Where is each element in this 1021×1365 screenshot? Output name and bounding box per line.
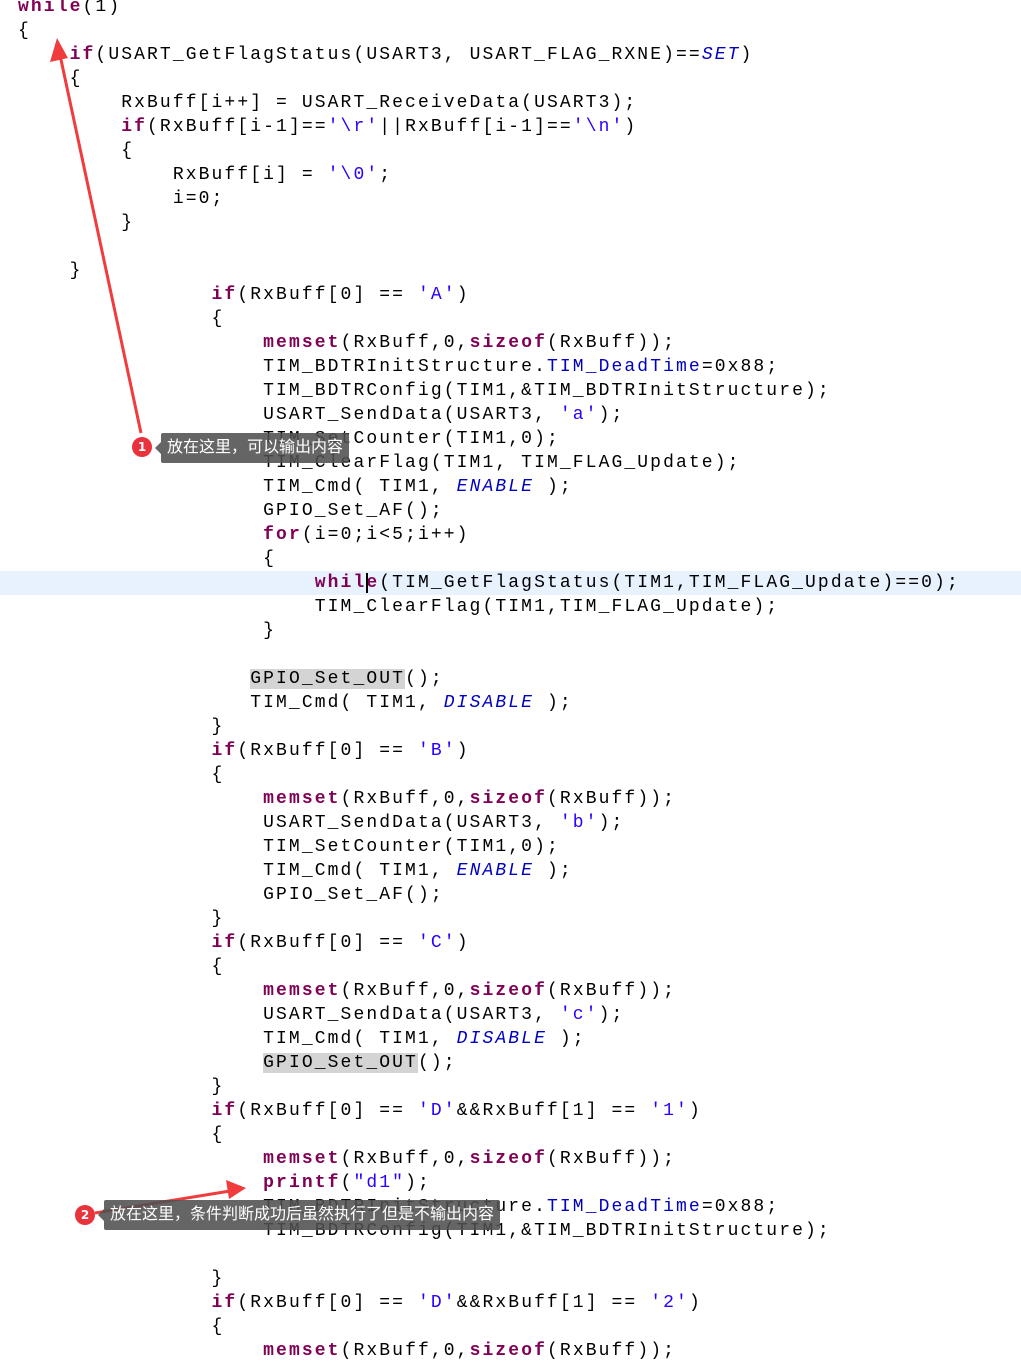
code-line[interactable]: memset(RxBuff,0,sizeof(RxBuff)); [18,979,676,1003]
code-line[interactable]: } [18,1267,224,1291]
code-line[interactable]: TIM_Cmd( TIM1, DISABLE ); [18,691,573,715]
code-line[interactable]: TIM_SetCounter(TIM1,0); [18,835,560,859]
annotation-badge-2: 2 [75,1205,95,1225]
code-line[interactable]: if(RxBuff[0] == 'B') [18,739,470,763]
code-line[interactable]: TIM_Cmd( TIM1, ENABLE ); [18,475,573,499]
code-line[interactable]: TIM_BDTRInitStructure.TIM_DeadTime=0x88; [18,355,779,379]
code-line[interactable]: { [18,139,134,163]
code-line[interactable]: { [18,955,224,979]
code-line[interactable]: if(RxBuff[0] == 'D'&&RxBuff[1] == '2') [18,1291,702,1315]
code-line[interactable]: if(RxBuff[i-1]=='\r'||RxBuff[i-1]=='\n') [18,115,637,139]
code-line[interactable]: { [18,547,276,571]
annotation-badge-1: 1 [132,437,152,457]
code-line[interactable]: { [18,1315,224,1339]
code-line[interactable]: if(RxBuff[0] == 'C') [18,931,470,955]
code-line[interactable]: memset(RxBuff,0,sizeof(RxBuff)); [18,1147,676,1171]
code-line[interactable]: USART_SendData(USART3, 'a'); [18,403,624,427]
code-line[interactable]: memset(RxBuff,0,sizeof(RxBuff)); [18,331,676,355]
code-line[interactable]: if(USART_GetFlagStatus(USART3, USART_FLA… [18,43,753,67]
code-line[interactable]: if(RxBuff[0] == 'D'&&RxBuff[1] == '1') [18,1099,702,1123]
code-line[interactable]: USART_SendData(USART3, 'c'); [18,1003,624,1027]
code-line[interactable]: GPIO_Set_AF(); [18,883,444,907]
code-line[interactable]: RxBuff[i] = '\0'; [18,163,392,187]
code-editor[interactable]: while(1){ if(USART_GetFlagStatus(USART3,… [0,0,1021,1365]
code-line[interactable]: } [18,259,83,283]
code-line[interactable]: GPIO_Set_OUT(); [18,1051,457,1075]
code-line[interactable]: while(TIM_GetFlagStatus(TIM1,TIM_FLAG_Up… [18,571,960,595]
code-line[interactable]: GPIO_Set_AF(); [18,499,444,523]
code-line[interactable]: } [18,211,134,235]
code-line[interactable]: } [18,1075,224,1099]
code-line[interactable]: { [18,67,83,91]
annotation-tooltip-2: 放在这里，条件判断成功后虽然执行了但是不输出内容 [97,1200,501,1230]
code-line[interactable]: } [18,619,276,643]
code-line[interactable]: TIM_ClearFlag(TIM1,TIM_FLAG_Update); [18,595,779,619]
code-line[interactable]: TIM_BDTRConfig(TIM1,&TIM_BDTRInitStructu… [18,379,831,403]
code-line[interactable]: TIM_Cmd( TIM1, DISABLE ); [18,1027,586,1051]
code-line[interactable]: printf("d1"); [18,1171,431,1195]
code-line[interactable]: { [18,763,224,787]
code-line[interactable]: USART_SendData(USART3, 'b'); [18,811,624,835]
code-line[interactable]: while(1) [18,0,121,19]
code-line[interactable]: i=0; [18,187,224,211]
code-line[interactable]: GPIO_Set_OUT(); [18,667,444,691]
code-line[interactable]: TIM_Cmd( TIM1, ENABLE ); [18,859,573,883]
code-line[interactable]: if(RxBuff[0] == 'A') [18,283,470,307]
code-line[interactable]: { [18,19,31,43]
text-cursor [366,573,369,593]
code-line[interactable]: memset(RxBuff,0,sizeof(RxBuff)); [18,1339,676,1363]
code-line[interactable]: for(i=0;i<5;i++) [18,523,470,547]
annotation-tooltip-1: 放在这里，可以输出内容 [154,433,350,463]
code-line[interactable]: { [18,307,224,331]
code-line[interactable]: } [18,715,224,739]
code-line[interactable]: TIM_ClearFlag(TIM1, TIM_FLAG_Update); [18,451,741,475]
code-line[interactable]: RxBuff[i++] = USART_ReceiveData(USART3); [18,91,637,115]
code-line[interactable]: { [18,1123,224,1147]
code-line[interactable]: } [18,907,224,931]
code-line[interactable]: memset(RxBuff,0,sizeof(RxBuff)); [18,787,676,811]
